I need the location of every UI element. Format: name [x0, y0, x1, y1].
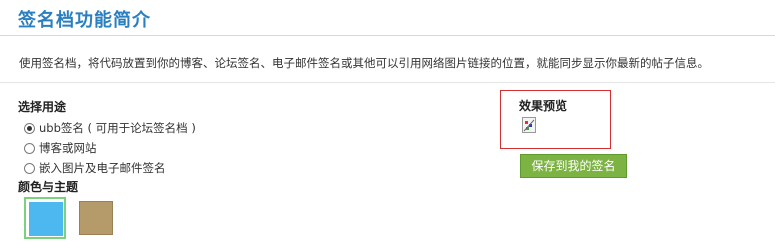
- radio-embed-email[interactable]: [24, 162, 35, 174]
- theme-swatch-tan[interactable]: [75, 197, 117, 239]
- radio-blog-website[interactable]: [24, 142, 35, 154]
- purpose-label: 选择用途: [18, 100, 67, 114]
- option-label: ubb签名 ( 可用于论坛签名档 ): [39, 121, 196, 135]
- broken-image-icon: [522, 117, 536, 133]
- title-divider: [0, 35, 775, 36]
- preview-panel: 效果预览: [500, 90, 611, 149]
- option-label: 博客或网站: [39, 141, 97, 155]
- page-title: 签名档功能简介: [18, 10, 151, 31]
- preview-label: 效果预览: [519, 99, 568, 113]
- description-divider: [0, 82, 775, 83]
- theme-swatch-blue[interactable]: [24, 197, 66, 239]
- option-blog-website[interactable]: 博客或网站: [24, 138, 196, 158]
- description-text: 使用签名档，将代码放置到你的博客、论坛签名、电子邮件签名或其他可以引用网络图片链…: [19, 56, 709, 70]
- purpose-options: ubb签名 ( 可用于论坛签名档 ) 博客或网站 嵌入图片及电子邮件签名: [24, 118, 196, 178]
- option-embed-email[interactable]: 嵌入图片及电子邮件签名: [24, 158, 196, 178]
- theme-label: 颜色与主题: [18, 180, 79, 194]
- option-ubb-signature[interactable]: ubb签名 ( 可用于论坛签名档 ): [24, 118, 196, 138]
- option-label: 嵌入图片及电子邮件签名: [39, 161, 166, 175]
- swatch-color-blue: [29, 202, 63, 236]
- save-to-signature-button[interactable]: 保存到我的签名: [520, 154, 627, 178]
- swatch-color-tan: [79, 201, 113, 235]
- radio-ubb-signature[interactable]: [24, 122, 35, 134]
